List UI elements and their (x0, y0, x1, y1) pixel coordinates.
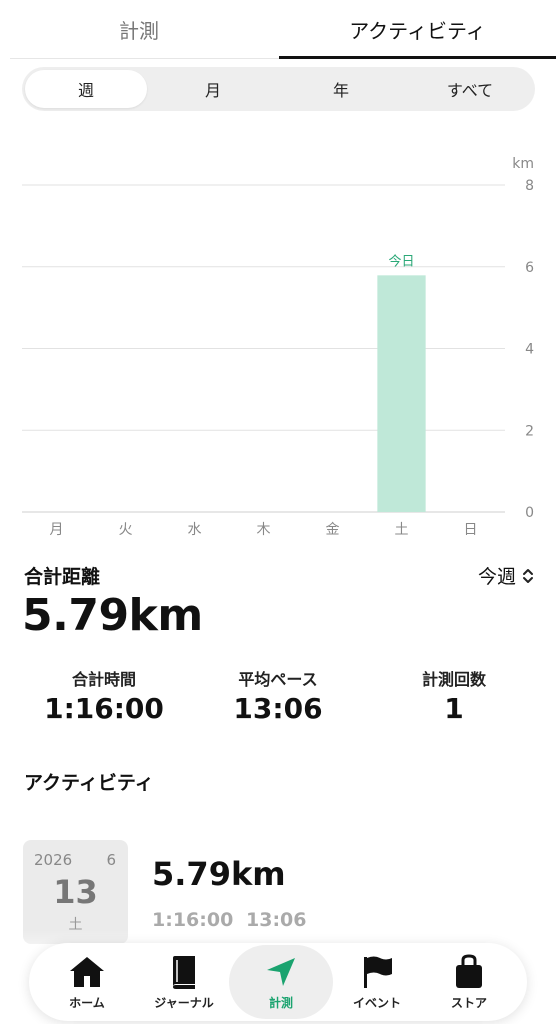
journal-icon (164, 954, 204, 990)
total-distance-value: 5.79km (22, 590, 203, 641)
stat-value: 1 (444, 692, 464, 725)
chevron-up-down-icon (522, 567, 534, 585)
x-tick-label: 火 (119, 522, 133, 538)
y-tick-label: 8 (525, 178, 534, 194)
stat-average-pace: 平均ペース 13:06 (188, 666, 368, 725)
activity-time: 1:16:00 (152, 909, 234, 931)
home-icon (67, 954, 107, 990)
shopping-bag-icon (449, 953, 489, 990)
x-tick-label: 金 (326, 522, 340, 538)
y-tick-label: 2 (525, 423, 534, 439)
tab-measure[interactable]: 計測 (10, 0, 268, 58)
date-month: 6 (106, 851, 116, 869)
date-year: 2026 (34, 851, 73, 869)
activity-date-box[interactable]: 2026 6 13 土 (23, 840, 128, 944)
x-tick-label: 木 (257, 522, 271, 538)
nav-label: 計測 (268, 995, 293, 1010)
stat-label: 計測回数 (421, 670, 486, 689)
active-tab-indicator (279, 56, 556, 59)
nav-label: ストア (450, 995, 487, 1010)
weekly-distance-chart: km 0 2 4 6 8 月 火 水 木 金 今日土 日 (0, 150, 556, 540)
top-tabs: 計測 アクティビティ (0, 0, 556, 60)
x-tick-label: 月 (50, 522, 64, 538)
y-tick-label: 4 (525, 342, 534, 358)
tab-activity[interactable]: アクティビティ (279, 0, 556, 58)
nav-store[interactable]: ストア (419, 943, 519, 1021)
segment-week[interactable]: 週 (25, 67, 147, 111)
stat-total-time: 合計時間 1:16:00 (14, 666, 194, 725)
stat-run-count: 計測回数 1 (364, 666, 544, 725)
chart-bar (377, 275, 426, 512)
chart-svg: km 0 2 4 6 8 月 火 水 木 金 今日土 日 (22, 156, 534, 538)
y-tick-label: 0 (525, 505, 534, 521)
segment-year[interactable]: 年 (280, 67, 402, 111)
stat-value: 1:16:00 (44, 692, 164, 725)
x-tick-label: 水 (188, 522, 202, 538)
activity-distance[interactable]: 5.79km (152, 855, 286, 893)
period-selector-label: 今週 (477, 566, 516, 588)
stat-label: 平均ペース (238, 670, 318, 689)
stat-value: 13:06 (233, 692, 323, 725)
period-selector[interactable]: 今週 (478, 562, 534, 589)
flag-icon (357, 954, 397, 990)
segment-month[interactable]: 月 (152, 67, 274, 111)
y-axis-unit: km (512, 156, 534, 172)
navigation-arrow-icon (261, 954, 301, 990)
today-label: 今日 (388, 253, 414, 269)
bottom-navigation: ホーム ジャーナル 計測 イベント ストア (29, 943, 527, 1021)
nav-label: ホーム (69, 995, 105, 1010)
period-segmented-control: 週 月 年 すべて (22, 67, 535, 111)
segment-all[interactable]: すべて (408, 67, 532, 111)
activity-pace: 13:06 (246, 909, 307, 931)
stat-label: 合計時間 (71, 670, 136, 689)
nav-home[interactable]: ホーム (37, 943, 137, 1021)
x-tick-label: 日 (464, 522, 478, 538)
nav-event[interactable]: イベント (327, 943, 427, 1021)
nav-label: イベント (352, 995, 401, 1010)
y-tick-label: 6 (525, 260, 534, 276)
date-day: 13 (53, 873, 98, 911)
nav-label: ジャーナル (154, 995, 214, 1010)
total-distance-title: 合計距離 (24, 566, 101, 588)
x-tick-label: 土 (395, 522, 409, 538)
nav-measure[interactable]: 計測 (229, 945, 333, 1019)
nav-journal[interactable]: ジャーナル (134, 943, 234, 1021)
activity-heading: アクティビティ (24, 772, 154, 794)
